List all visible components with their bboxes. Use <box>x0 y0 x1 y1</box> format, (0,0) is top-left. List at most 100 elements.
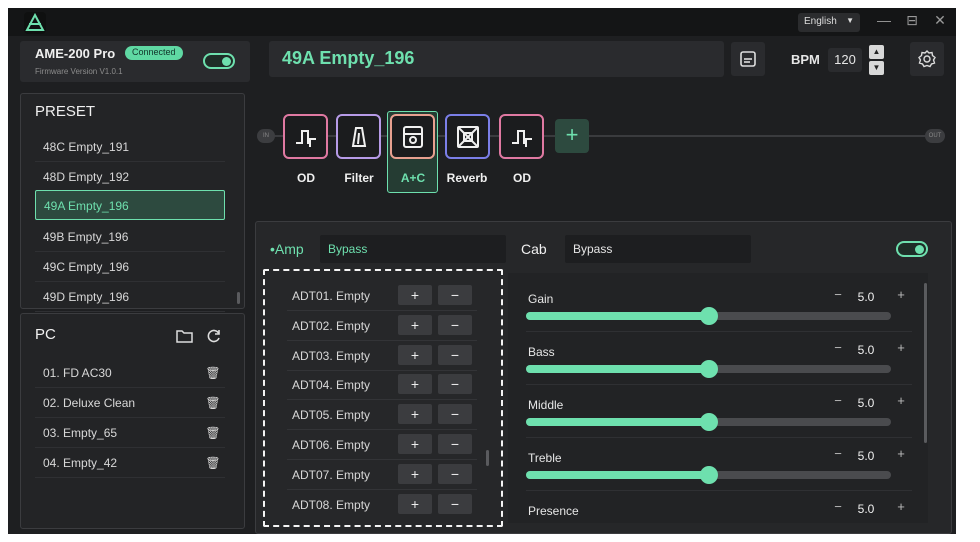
increase-button[interactable]: + <box>894 288 908 302</box>
preset-title-bar: 49A Empty_196 <box>269 41 724 77</box>
param-value[interactable]: 5.0 <box>852 343 880 357</box>
fx-block-amp-cab[interactable] <box>390 114 435 159</box>
cab-enable-toggle[interactable] <box>896 241 928 257</box>
decrease-button[interactable]: − <box>831 447 845 461</box>
add-button[interactable]: + <box>398 434 432 454</box>
decrease-button[interactable]: − <box>831 394 845 408</box>
slider-thumb[interactable] <box>699 360 718 378</box>
device-card: AME-200 Pro Connected Firmware Version V… <box>20 41 250 82</box>
param-value[interactable]: 5.0 <box>852 396 880 410</box>
increase-button[interactable]: + <box>894 500 908 514</box>
remove-button[interactable]: − <box>438 494 472 514</box>
slider-track[interactable] <box>526 413 891 431</box>
fx-label: Filter <box>344 171 374 185</box>
cab-model-select[interactable]: Bypass <box>565 235 751 263</box>
fx-block-reverb[interactable] <box>445 114 490 159</box>
preset-item[interactable]: 49D Empty_196 <box>35 282 225 312</box>
param-name: Middle <box>528 398 564 412</box>
trash-icon[interactable]: 🗑 <box>205 388 221 418</box>
remove-button[interactable]: − <box>438 374 472 394</box>
remove-button[interactable]: − <box>438 345 472 365</box>
fx-label: OD <box>513 171 531 185</box>
pc-item[interactable]: 02. Deluxe Clean 🗑 <box>35 388 225 418</box>
preset-item[interactable]: 48D Empty_192 <box>35 162 225 192</box>
preset-item[interactable]: 48C Empty_191 <box>35 132 225 162</box>
bpm-decrease-button[interactable]: ▼ <box>869 61 884 75</box>
save-icon <box>740 51 756 67</box>
gear-icon <box>918 50 936 68</box>
add-button[interactable]: + <box>398 345 432 365</box>
preset-item[interactable]: 49B Empty_196 <box>35 222 225 252</box>
increase-button[interactable]: + <box>894 394 908 408</box>
status-badge: Connected <box>125 46 183 60</box>
filter-icon <box>351 127 367 147</box>
settings-button[interactable] <box>910 42 944 76</box>
remove-button[interactable]: − <box>438 464 472 484</box>
pc-panel: PC 01. FD AC30 🗑 02. Deluxe Clean 🗑 03. … <box>20 313 245 529</box>
bpm-input[interactable]: 120 <box>828 48 862 72</box>
minimize-icon[interactable]: — <box>875 12 893 28</box>
amp-tab[interactable]: •Amp <box>270 241 304 257</box>
save-button[interactable] <box>731 42 765 76</box>
decrease-button[interactable]: − <box>831 288 845 302</box>
preset-item[interactable]: 49C Empty_196 <box>35 252 225 282</box>
adt-row: ADT02. Empty + − <box>287 311 477 341</box>
amp-model-select[interactable]: Bypass <box>320 235 506 263</box>
slider-thumb[interactable] <box>699 307 718 325</box>
slider-thumb[interactable] <box>699 466 718 484</box>
remove-button[interactable]: − <box>438 285 472 305</box>
pc-item-label: 04. Empty_42 <box>43 456 118 470</box>
remove-button[interactable]: − <box>438 404 472 424</box>
maximize-icon[interactable]: ⊟ <box>903 12 921 29</box>
fx-block-filter[interactable] <box>336 114 381 159</box>
add-button[interactable]: + <box>398 315 432 335</box>
adt-scrollbar[interactable] <box>486 450 489 466</box>
param-scrollbar[interactable] <box>924 283 927 443</box>
preset-panel-title: PRESET <box>35 103 96 120</box>
slider-track[interactable] <box>526 466 891 484</box>
add-button[interactable]: + <box>398 374 432 394</box>
remove-button[interactable]: − <box>438 434 472 454</box>
add-button[interactable]: + <box>398 494 432 514</box>
slider-track[interactable] <box>526 360 891 378</box>
param-value[interactable]: 5.0 <box>852 290 880 304</box>
param-value[interactable]: 5.0 <box>852 449 880 463</box>
cab-tab[interactable]: Cab <box>521 241 547 257</box>
preset-scrollbar[interactable] <box>237 292 240 304</box>
decrease-button[interactable]: − <box>831 341 845 355</box>
od-icon <box>296 130 316 147</box>
trash-icon[interactable]: 🗑 <box>205 418 221 448</box>
param-gain: Gain − 5.0 + <box>526 280 912 332</box>
refresh-icon[interactable] <box>206 328 222 344</box>
slider-fill <box>526 471 709 479</box>
device-power-toggle[interactable] <box>203 53 235 69</box>
language-value: English <box>804 16 837 27</box>
preset-panel: PRESET 48C Empty_191 48D Empty_192 49A E… <box>20 93 245 312</box>
decrease-button[interactable]: − <box>831 500 845 514</box>
param-value[interactable]: 5.0 <box>852 502 880 516</box>
add-button[interactable]: + <box>398 464 432 484</box>
add-button[interactable]: + <box>398 285 432 305</box>
remove-button[interactable]: − <box>438 315 472 335</box>
adt-row: ADT08. Empty + − <box>287 490 477 520</box>
pc-item[interactable]: 04. Empty_42 🗑 <box>35 448 225 478</box>
slider-track[interactable] <box>526 307 891 325</box>
param-name: Treble <box>528 451 562 465</box>
fx-block-od[interactable] <box>283 114 328 159</box>
pc-item[interactable]: 01. FD AC30 🗑 <box>35 358 225 388</box>
trash-icon[interactable]: 🗑 <box>205 358 221 388</box>
folder-icon[interactable] <box>176 328 194 344</box>
pc-item[interactable]: 03. Empty_65 🗑 <box>35 418 225 448</box>
language-select[interactable]: English ▼ <box>798 13 860 32</box>
bpm-increase-button[interactable]: ▲ <box>869 45 884 59</box>
add-button[interactable]: + <box>398 404 432 424</box>
slider-thumb[interactable] <box>699 413 718 431</box>
add-block-button[interactable]: + <box>555 119 589 153</box>
trash-icon[interactable]: 🗑 <box>205 448 221 478</box>
preset-item-selected[interactable]: 49A Empty_196 <box>35 190 225 220</box>
increase-button[interactable]: + <box>894 447 908 461</box>
fx-block-od-2[interactable] <box>499 114 544 159</box>
adt-label: ADT01. Empty <box>292 289 371 303</box>
increase-button[interactable]: + <box>894 341 908 355</box>
close-icon[interactable]: ✕ <box>931 12 949 29</box>
